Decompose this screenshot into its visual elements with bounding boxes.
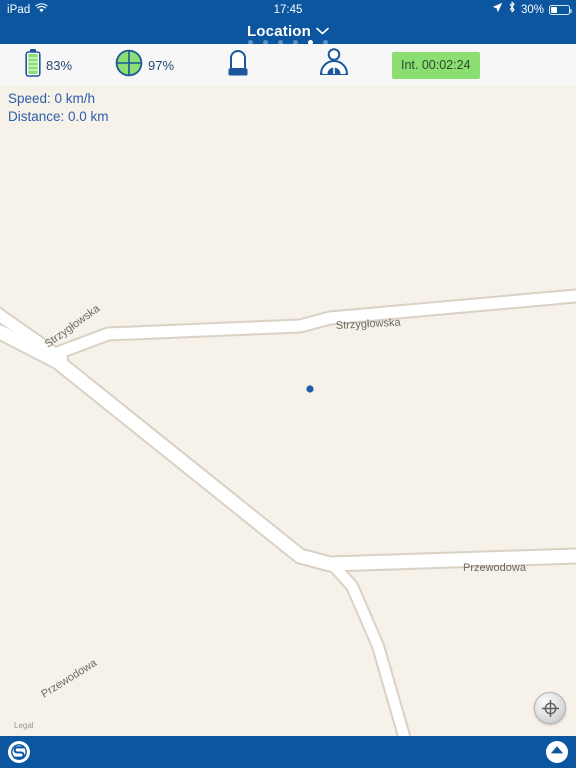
- interval-timer-badge[interactable]: Int. 00:02:24: [392, 51, 480, 79]
- map-canvas[interactable]: Strzygłowska Strzygłowska Przewodowa Prz…: [0, 86, 576, 737]
- ios-status-bar: iPad 17:45 30%: [0, 0, 576, 20]
- bluetooth-icon: [508, 0, 516, 20]
- battery-status-icon: [549, 5, 572, 15]
- app-root: iPad 17:45 30% Location 83% 97% Int. 00:…: [0, 0, 576, 768]
- chevron-down-icon[interactable]: [316, 20, 329, 42]
- page-title: Location: [246, 23, 312, 40]
- crosshair-icon: [541, 699, 560, 718]
- toolbar-item-person[interactable]: [288, 44, 384, 86]
- status-toolbar: 83% 97% Int. 00:02:24: [0, 44, 576, 87]
- locate-me-button[interactable]: [534, 692, 566, 724]
- toolbar-item-beacon[interactable]: [192, 44, 288, 86]
- expand-panel-button[interactable]: [546, 741, 568, 763]
- street-label: Przewodowa: [463, 562, 527, 574]
- toolbar-item-signal[interactable]: 97%: [96, 44, 192, 86]
- location-arrow-icon: [492, 0, 503, 20]
- signal-level-label: 97%: [147, 57, 175, 73]
- battery-level-label: 83%: [45, 57, 73, 73]
- map-legal-link[interactable]: Legal: [14, 721, 34, 730]
- app-logo-s-icon[interactable]: [8, 741, 30, 763]
- person-detection-icon: [317, 47, 351, 84]
- status-bar-clock: 17:45: [273, 4, 303, 16]
- toolbar-item-battery[interactable]: 83%: [0, 44, 96, 86]
- battery-icon: [24, 48, 42, 83]
- map-vector-layer: Strzygłowska Strzygłowska Przewodowa Prz…: [0, 86, 576, 736]
- circle-cross-icon: [114, 48, 144, 83]
- battery-percent-label: 30%: [520, 4, 544, 16]
- chevron-up-icon: [549, 742, 565, 763]
- current-position-marker: [306, 385, 314, 393]
- status-bar-right: 30%: [492, 0, 572, 20]
- beacon-light-icon: [223, 47, 253, 84]
- bottom-tool-bar: [0, 736, 576, 768]
